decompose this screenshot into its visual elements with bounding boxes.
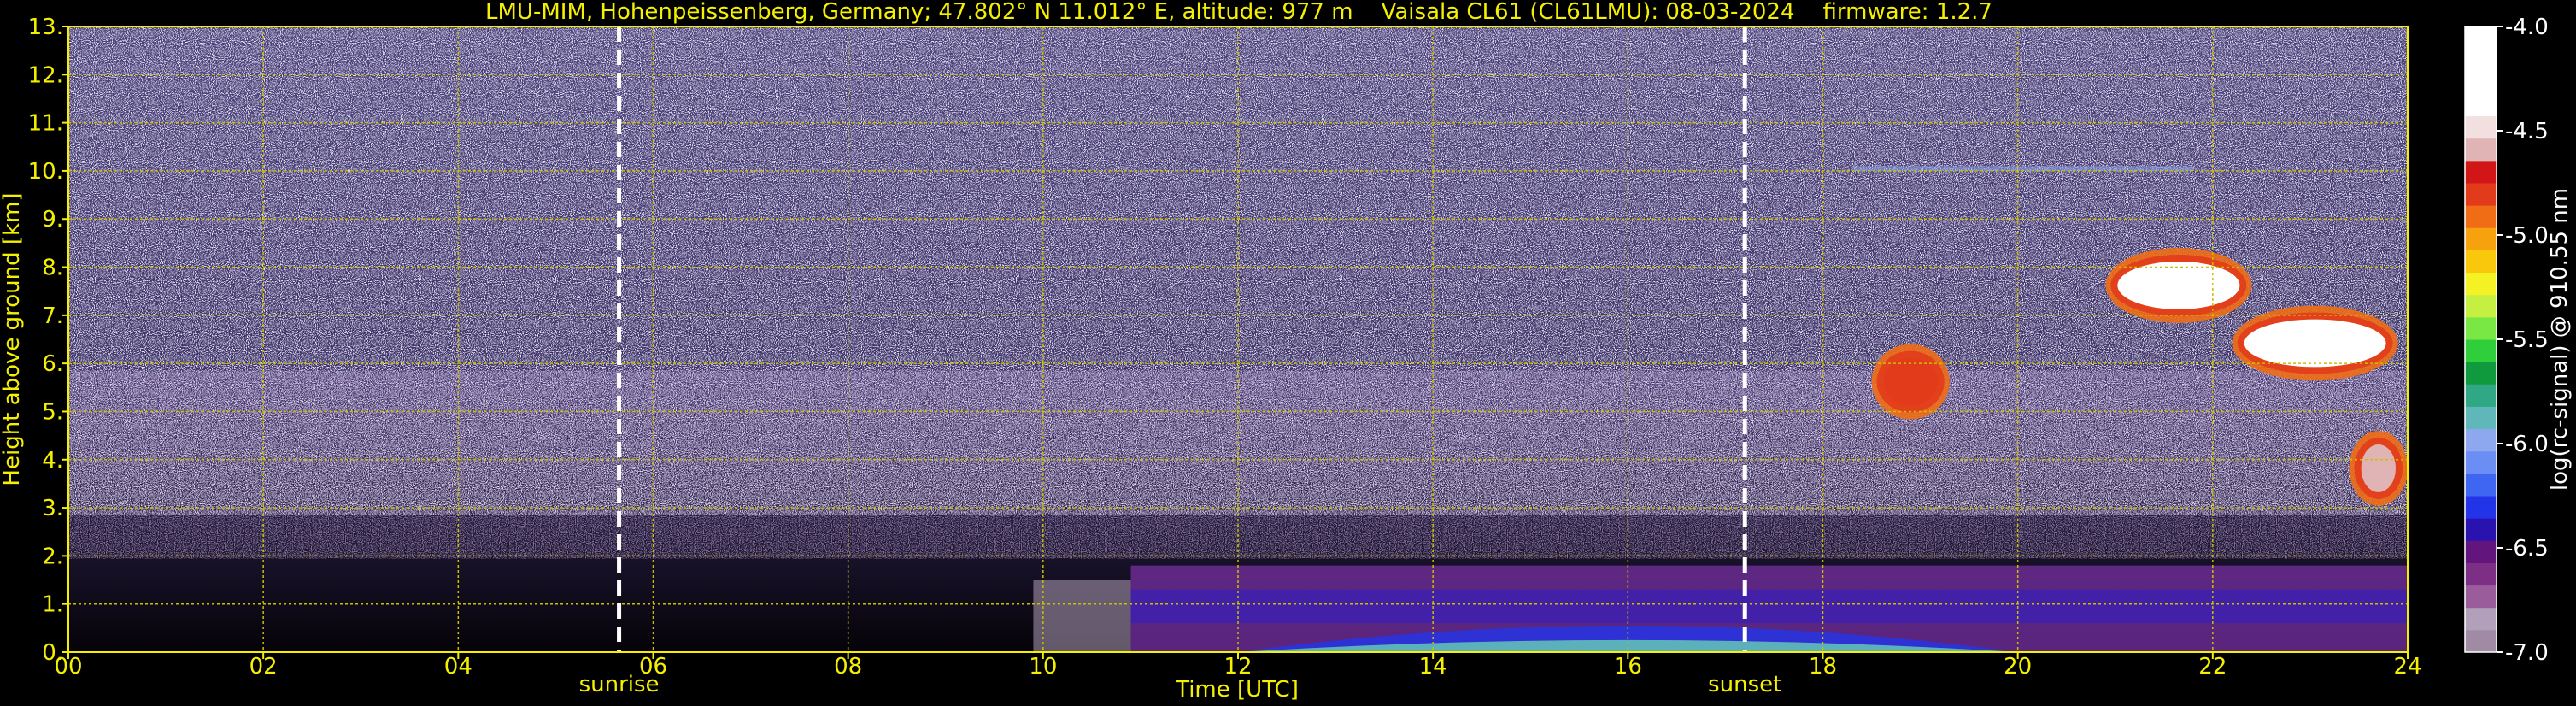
colorbar-tick-label: -6.0 (2505, 432, 2549, 457)
colorbar-segment (2465, 26, 2497, 50)
chart-title: LMU-MIM, Hohenpeissenberg, Germany; 47.8… (485, 0, 1992, 25)
colorbar-segment (2465, 272, 2497, 296)
colorbar-tick-label: -5.0 (2505, 223, 2549, 249)
y-tick-label: 0. (42, 640, 63, 666)
x-tick-label: 06 (639, 654, 667, 680)
x-tick-label: 02 (249, 654, 278, 680)
colorbar-segment (2465, 607, 2497, 631)
colorbar-segment (2465, 115, 2497, 139)
colorbar-tick-label: -7.0 (2505, 640, 2549, 666)
x-tick-label: 12 (1223, 654, 1252, 680)
x-tick-label: 16 (1614, 654, 1642, 680)
y-tick-label: 11. (28, 111, 63, 137)
colorbar-tick-label: -4.5 (2505, 119, 2549, 144)
colorbar: -4.0 -4.5 -5.0 -5.5 -6.0 -6.5 -7.0 (2464, 15, 2549, 666)
x-tick-label: 04 (444, 654, 472, 680)
colorbar-tick-label: -5.5 (2505, 327, 2549, 353)
x-tick-label: 08 (834, 654, 862, 680)
colorbar-segment (2465, 183, 2497, 206)
colorbar-segment (2465, 473, 2497, 497)
colorbar-segment (2465, 316, 2497, 340)
colorbar-segment (2465, 362, 2497, 385)
colorbar-segment (2465, 496, 2497, 519)
y-tick-label: 10. (28, 159, 63, 185)
colorbar-tick-label: -6.5 (2505, 536, 2549, 562)
ceilometer-chart: LMU-MIM, Hohenpeissenberg, Germany; 47.8… (0, 0, 2573, 703)
cloud-core (2117, 262, 2240, 309)
colorbar-segment (2465, 384, 2497, 407)
x-tick-label: 10 (1029, 654, 1057, 680)
colorbar-segment (2465, 250, 2497, 274)
y-tick-label: 13. (28, 15, 63, 40)
x-axis: 00 02 04 06 08 10 12 14 16 18 20 22 24 (54, 652, 2422, 680)
y-tick-label: 1. (42, 592, 63, 618)
colorbar-segment (2465, 518, 2497, 541)
feature-boundary-layer-core (1130, 589, 2408, 624)
colorbar-segment (2465, 562, 2497, 586)
colorbar-segment (2465, 227, 2497, 250)
colorbar-segment (2465, 428, 2497, 452)
cloud-core (2244, 319, 2386, 368)
event-label-sunset: sunset (1708, 672, 1781, 697)
x-tick-label: 18 (1809, 654, 1837, 680)
y-tick-label: 9. (42, 207, 63, 232)
colorbar-segment (2465, 585, 2497, 609)
y-tick-label: 12. (28, 62, 63, 88)
y-tick-label: 8. (42, 256, 63, 281)
y-axis-label: Height above ground [km] (0, 192, 25, 485)
x-tick-label: 22 (2198, 654, 2227, 680)
cloud-core (1883, 357, 1938, 406)
colorbar-segment (2465, 205, 2497, 228)
colorbar-segment (2465, 339, 2497, 362)
colorbar-segment (2465, 71, 2497, 94)
colorbar-segment (2465, 294, 2497, 318)
colorbar-segment (2465, 93, 2497, 117)
y-tick-label: 7. (42, 303, 63, 329)
colorbar-segment (2465, 450, 2497, 474)
colorbar-segment (2465, 49, 2497, 72)
colorbar-segment (2465, 406, 2497, 430)
y-tick-label: 3. (42, 496, 63, 521)
y-tick-label: 2. (42, 544, 63, 569)
y-tick-label: 6. (42, 351, 63, 377)
colorbar-label: log(rc-signal) @ 910.55 nm (2547, 188, 2573, 491)
colorbar-segment (2465, 540, 2497, 563)
colorbar-segment (2465, 629, 2497, 653)
colorbar-segment (2465, 160, 2497, 184)
x-axis-label: Time [UTC] (1175, 677, 1299, 703)
colorbar-tick-label: -4.0 (2505, 15, 2549, 40)
x-tick-label: 14 (1419, 654, 1447, 680)
x-tick-label: 20 (2004, 654, 2032, 680)
feature-morning-plume (1033, 580, 1131, 652)
y-tick-label: 4. (42, 448, 63, 474)
colorbar-segment (2465, 138, 2497, 162)
cloud-core (2361, 444, 2396, 492)
x-tick-label: 24 (2393, 654, 2421, 680)
y-tick-label: 5. (42, 399, 63, 425)
